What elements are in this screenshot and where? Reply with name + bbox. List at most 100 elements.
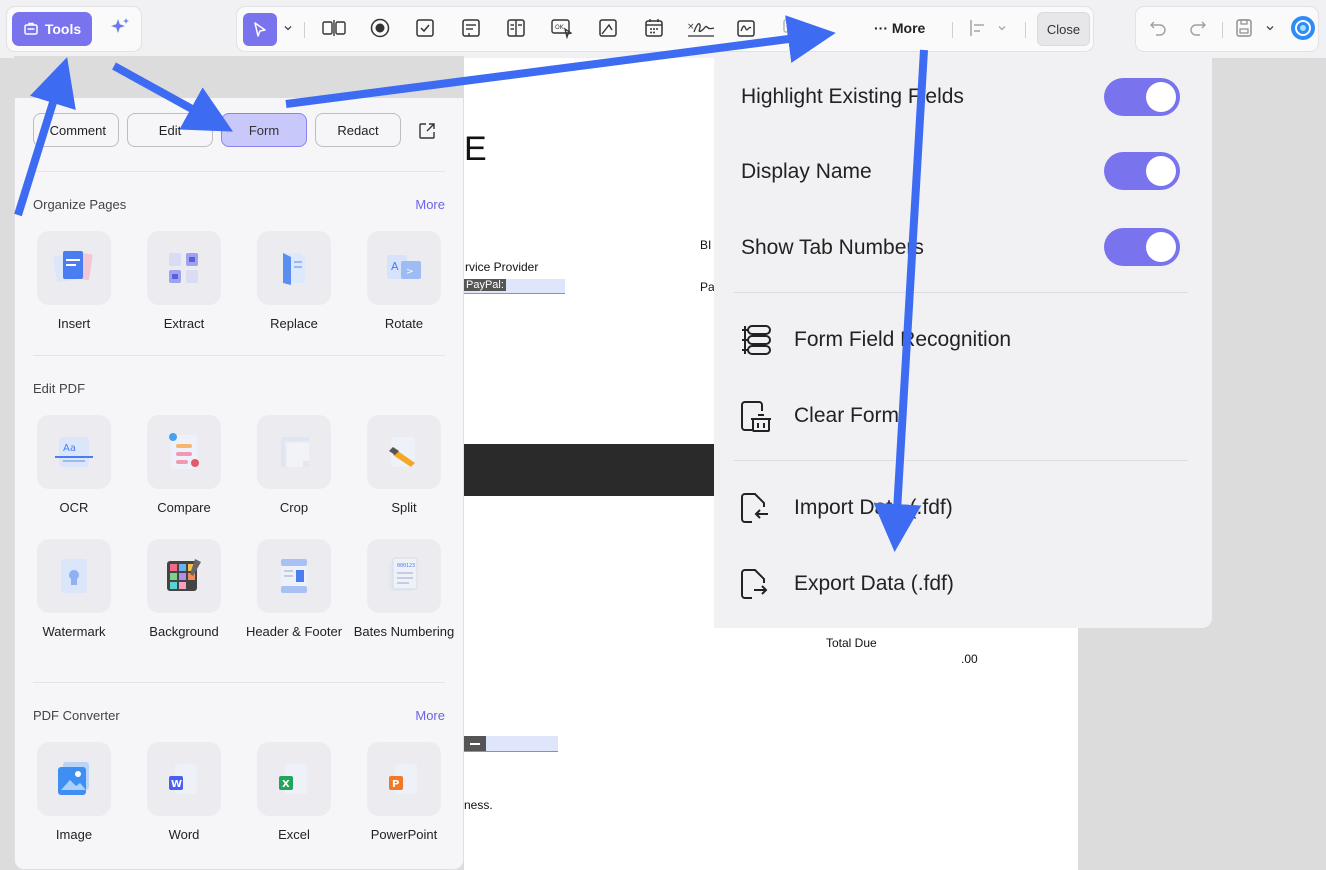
tool-compare[interactable]: Compare [129, 415, 239, 517]
highlight-fields-label: Highlight Existing Fields [741, 85, 964, 108]
mode-redact-button[interactable]: Redact [315, 113, 401, 147]
tool-label: OCR [59, 500, 89, 515]
import-data-item[interactable]: Import Data (.fdf) [714, 478, 1212, 538]
tool-ocr[interactable]: Aa OCR [19, 415, 129, 517]
bates-numbering-icon: 000123 [367, 539, 441, 613]
panel-divider [33, 171, 445, 172]
show-tab-numbers-toggle[interactable] [1104, 228, 1180, 266]
chevron-down-icon[interactable] [994, 16, 1010, 40]
ai-sparkle-icon[interactable] [108, 16, 132, 40]
svg-text:Aa: Aa [63, 443, 76, 454]
display-name-toggle[interactable] [1104, 152, 1180, 190]
radio-button-icon[interactable] [368, 16, 392, 40]
app-logo-icon[interactable] [1290, 15, 1316, 41]
mode-comment-button[interactable]: Comment [33, 113, 119, 147]
export-data-item[interactable]: Export Data (.fdf) [714, 554, 1212, 614]
align-left-icon[interactable] [966, 16, 990, 40]
split-icon [367, 415, 441, 489]
duplicate-icon[interactable] [780, 16, 804, 40]
svg-text:P: P [392, 779, 399, 790]
svg-text:W: W [171, 779, 182, 790]
redo-icon[interactable] [1186, 16, 1210, 40]
tool-split[interactable]: Split [349, 415, 459, 517]
tool-replace[interactable]: Replace [239, 231, 349, 333]
tool-convert-excel[interactable]: X Excel [239, 742, 349, 844]
tool-label: Compare [157, 500, 211, 515]
date-field-icon[interactable] [642, 16, 666, 40]
tool-label: Image [55, 827, 93, 842]
toolbar-divider [1222, 22, 1223, 38]
list-box-icon[interactable] [504, 16, 528, 40]
form-field-recognition-item[interactable]: Form Field Recognition [714, 310, 1212, 370]
combo-box-icon[interactable] [459, 16, 483, 40]
highlight-fields-toggle[interactable] [1104, 78, 1180, 116]
button-field-icon[interactable]: OK [550, 16, 574, 40]
save-icon[interactable] [1232, 16, 1256, 40]
toolbox-icon [24, 22, 38, 35]
watermark-icon [37, 539, 111, 613]
ocr-icon: Aa [37, 415, 111, 489]
export-icon [741, 569, 768, 599]
replace-pages-icon [257, 231, 331, 305]
tool-convert-image[interactable]: Image [19, 742, 129, 844]
tool-label: Bates Numbering [353, 624, 455, 639]
form-field-marker [464, 736, 486, 751]
show-tab-numbers-label: Show Tab Numbers [741, 236, 924, 259]
pdf-converter-more-link[interactable]: More [415, 708, 445, 723]
text-field-icon[interactable] [322, 16, 346, 40]
tool-bates-numbering[interactable]: 000123 Bates Numbering [349, 539, 459, 641]
document-service-provider-text: rvice Provider [465, 260, 539, 274]
cursor-icon [254, 21, 266, 37]
tool-convert-word[interactable]: W Word [129, 742, 239, 844]
undo-icon[interactable] [1146, 16, 1170, 40]
image-field-icon[interactable] [596, 16, 620, 40]
toggle-knob [1146, 156, 1176, 186]
insert-pages-icon [37, 231, 111, 305]
toggle-knob [1146, 232, 1176, 262]
tool-label: Crop [279, 500, 309, 515]
close-button[interactable]: Close [1037, 12, 1090, 46]
extract-pages-icon [147, 231, 221, 305]
mode-form-button[interactable]: Form [221, 113, 307, 147]
chevron-down-icon[interactable] [1262, 16, 1278, 40]
document-bill-text: BI [700, 238, 712, 252]
document-pay-text: Pa [700, 280, 715, 294]
checkbox-icon[interactable] [413, 16, 437, 40]
tool-rotate[interactable]: A > Rotate [349, 231, 459, 333]
image-file-icon [37, 742, 111, 816]
tool-insert[interactable]: Insert [19, 231, 129, 333]
more-button[interactable]: ··· More [874, 20, 925, 36]
clear-form-label: Clear Form [794, 404, 900, 427]
mode-edit-button[interactable]: Edit [127, 113, 213, 147]
toolbar-divider [304, 22, 305, 38]
tool-header-footer[interactable]: Header & Footer [239, 539, 349, 641]
digital-signature-icon[interactable] [734, 16, 758, 40]
total-due-label: Total Due [826, 636, 877, 650]
clear-form-item[interactable]: Clear Form [714, 386, 1212, 446]
document-business-text: ness. [464, 798, 493, 812]
tool-convert-powerpoint[interactable]: P PowerPoint [349, 742, 459, 844]
svg-text:A: A [391, 260, 399, 273]
open-external-icon[interactable] [417, 121, 437, 146]
select-tool-button[interactable] [243, 13, 277, 46]
document-heading-fragment: E [464, 130, 487, 168]
tool-extract[interactable]: Extract [129, 231, 239, 333]
svg-text:X: X [282, 779, 290, 790]
svg-text:>: > [406, 267, 414, 277]
chevron-down-icon[interactable] [280, 16, 296, 40]
section-title-organize-pages: Organize Pages [33, 197, 127, 212]
tool-label: Rotate [384, 316, 424, 331]
word-file-icon: W [147, 742, 221, 816]
organize-pages-more-link[interactable]: More [415, 197, 445, 212]
tool-label: Word [168, 827, 200, 842]
panel-divider [33, 682, 445, 683]
tools-button[interactable]: Tools [12, 12, 92, 46]
tool-label: Background [149, 624, 219, 639]
tool-watermark[interactable]: Watermark [19, 539, 129, 641]
signature-field-icon[interactable]: × [686, 16, 716, 40]
export-data-label: Export Data (.fdf) [794, 572, 954, 595]
menu-divider [734, 460, 1188, 461]
tool-crop[interactable]: Crop [239, 415, 349, 517]
tool-background[interactable]: Background [129, 539, 239, 641]
panel-divider [33, 355, 445, 356]
